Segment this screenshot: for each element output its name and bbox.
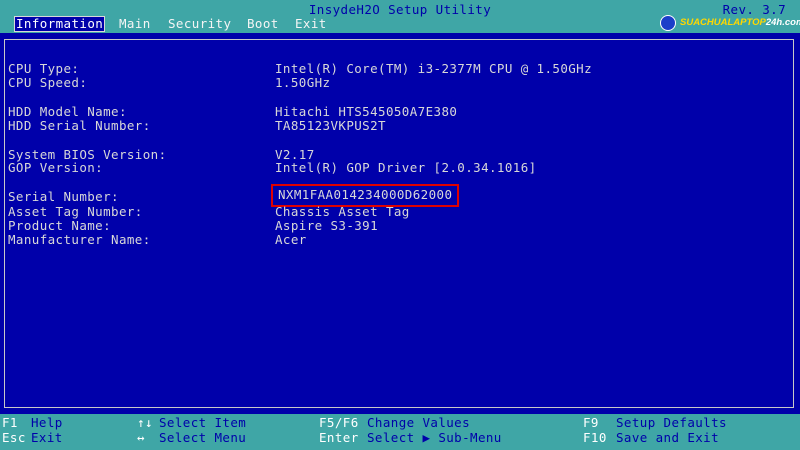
help-text: Select Item (159, 415, 247, 430)
key-f5f6: F5/F6 (319, 415, 359, 430)
info-label: CPU Type: (8, 61, 80, 76)
info-label: HDD Model Name: (8, 104, 127, 119)
tab-boot[interactable]: Boot (246, 17, 280, 31)
watermark-logo: SUACHUALAPTOP24h.com (660, 15, 800, 31)
info-label: Product Name: (8, 218, 112, 233)
info-value: Chassis Asset Tag (275, 204, 410, 219)
info-value: TA85123VKPUS2T (275, 118, 386, 133)
info-label: HDD Serial Number: (8, 118, 151, 133)
tab-information[interactable]: Information (14, 16, 106, 32)
info-value: Intel(R) GOP Driver [2.0.34.1016] (275, 160, 537, 175)
tab-security[interactable]: Security (167, 17, 232, 31)
key-esc: Esc (2, 430, 26, 445)
logo-icon (660, 15, 676, 31)
info-value: Aspire S3-391 (275, 218, 379, 233)
information-panel: CPU Type: Intel(R) Core(TM) i3-2377M CPU… (4, 39, 794, 408)
info-label: CPU Speed: (8, 75, 88, 90)
tab-exit[interactable]: Exit (294, 17, 328, 31)
tab-main[interactable]: Main (118, 17, 152, 31)
help-text: Change Values (367, 415, 471, 430)
info-label: Serial Number: (8, 189, 119, 204)
updown-arrows-icon: ↑↓ (137, 415, 153, 430)
help-bar: F1 Help ↑↓ Select Item F5/F6 Change Valu… (0, 414, 800, 450)
help-text: Select ▶ Sub-Menu (367, 430, 502, 445)
info-value: 1.50GHz (275, 75, 331, 90)
info-label: Manufacturer Name: (8, 232, 151, 247)
info-value: Acer (275, 232, 307, 247)
info-label: GOP Version: (8, 160, 104, 175)
help-text: Select Menu (159, 430, 247, 445)
help-text: Exit (31, 430, 63, 445)
key-f9: F9 (583, 415, 599, 430)
key-f10: F10 (583, 430, 607, 445)
logo-text: SUACHUALAPTOP24h.com (680, 17, 800, 28)
key-f1: F1 (2, 415, 18, 430)
info-value: Intel(R) Core(TM) i3-2377M CPU @ 1.50GHz (275, 61, 593, 76)
help-text: Setup Defaults (616, 415, 727, 430)
help-text: Help (31, 415, 63, 430)
help-text: Save and Exit (616, 430, 720, 445)
info-label: Asset Tag Number: (8, 204, 143, 219)
info-value: Hitachi HTS545050A7E380 (275, 104, 458, 119)
leftright-arrows-icon: ↔ (137, 430, 145, 445)
top-bar: InsydeH2O Setup Utility Rev. 3.7 Informa… (0, 0, 800, 33)
key-enter: Enter (319, 430, 359, 445)
